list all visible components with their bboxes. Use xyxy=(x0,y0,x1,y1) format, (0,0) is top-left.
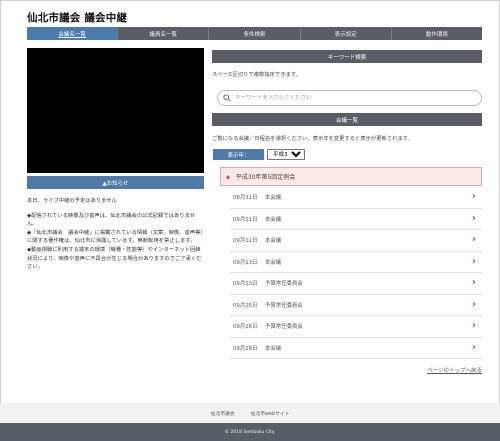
nav-tab-label: 表示設定 xyxy=(334,31,357,38)
notice-text: 本日、ライブ中継の予定はありません ◆配信されている映像及び音声は、仙北市議会の… xyxy=(27,197,205,272)
meeting-name: 予算常任委員会 xyxy=(265,281,303,288)
chevron-right-icon: › xyxy=(471,320,476,331)
search-box[interactable] xyxy=(217,90,482,106)
meeting-date: 09月13日 xyxy=(233,259,258,266)
back-to-top-link[interactable]: ページのトップへ戻る xyxy=(427,366,482,374)
nav-tab-members[interactable]: 議員名一覧 xyxy=(118,27,210,40)
footer-link-city-site[interactable]: 仙北市webサイト xyxy=(251,410,290,417)
keyword-search-heading: キーワード検索 xyxy=(212,50,482,63)
meeting-name: 本会議 xyxy=(265,345,282,352)
nav-tab-search[interactable]: 条件検索 xyxy=(209,27,301,40)
list-item[interactable]: 09月13日 予算常任委員会 › xyxy=(230,273,482,295)
chevron-right-icon: › xyxy=(471,191,476,202)
chevron-right-icon: › xyxy=(471,255,476,267)
main-nav: 会議名一覧 議員名一覧 条件検索 表示設定 動作環境 xyxy=(27,27,482,40)
nav-tab-meetings[interactable]: 会議名一覧 xyxy=(27,27,119,40)
meeting-name: 本会議 xyxy=(265,259,282,266)
chevron-right-icon: › xyxy=(471,341,476,353)
nav-tab-environment[interactable]: 動作環境 xyxy=(392,27,482,40)
note-environment: ◆動画視聴に利用する端末の環境（機種・性能等）やインターネット回線状況により、映… xyxy=(27,246,202,271)
meeting-list-help: ご覧になる会議／日程名を選択ください。表示年を変更すると表示が更新されます。 xyxy=(212,136,413,142)
meeting-list: 08月31日 本会議 › 09月11日 本会議 › 09月12日 本会議 › 0… xyxy=(230,187,482,359)
meeting-name: 予算常任委員会 xyxy=(265,302,303,309)
meeting-date: 09月12日 xyxy=(233,238,258,245)
meeting-date: 09月13日 xyxy=(233,281,258,288)
chevron-right-icon: › xyxy=(471,298,476,310)
list-item[interactable]: 09月13日 本会議 › xyxy=(230,252,482,273)
nav-tab-label: 議員名一覧 xyxy=(149,31,178,38)
chevron-right-icon: › xyxy=(471,234,476,245)
meeting-date: 09月26日 xyxy=(233,324,258,331)
list-item[interactable]: 09月12日 本会議 › xyxy=(230,230,482,252)
list-item[interactable]: 09月25日 予算常任委員会 › xyxy=(230,295,482,316)
note-copyright: ◆「仙北市議会 議会中継」に掲載されている情報（文章、映像、音声等）に関する著作… xyxy=(27,229,204,245)
year-label: 表示年： xyxy=(213,149,264,160)
year-select[interactable]: 平成30年 xyxy=(267,149,305,160)
footer-links: 仙北市議会 仙北市webサイト xyxy=(0,403,500,423)
session-title: 平成30年第5回定例会 xyxy=(235,174,296,181)
list-item[interactable]: 08月31日 本会議 › xyxy=(230,187,482,209)
meeting-date: 09月25日 xyxy=(233,302,258,309)
keyword-input[interactable] xyxy=(235,95,465,101)
meeting-date: 09月28日 xyxy=(233,345,258,352)
chevron-right-icon: › xyxy=(471,212,476,224)
list-item[interactable]: 09月26日 予算常任委員会 › xyxy=(230,316,482,338)
list-item[interactable]: 09月11日 本会議 › xyxy=(230,209,482,230)
meeting-date: 08月31日 xyxy=(233,195,258,202)
nav-tab-label: 条件検索 xyxy=(243,31,266,38)
notice-button[interactable]: ▲お知らせ xyxy=(27,176,204,189)
chevron-right-icon: › xyxy=(471,277,476,288)
meeting-date: 09月11日 xyxy=(233,216,258,223)
copyright: © 2018 Semboku City. xyxy=(0,423,500,441)
meeting-list-heading: 会議一覧 xyxy=(212,113,482,126)
nav-tab-label: 会議名一覧 xyxy=(58,31,86,38)
nav-tab-label: 動作環境 xyxy=(425,31,448,38)
video-player[interactable] xyxy=(27,48,204,173)
collapse-triangle-icon: ▲ xyxy=(226,173,230,180)
footer-link-council[interactable]: 仙北市議会 xyxy=(211,410,235,417)
site-title: 仙北市議会 議会中継 xyxy=(27,12,128,24)
note-official-record: ◆配信されている映像及び音声は、仙北市議会の公式記録ではありません。 xyxy=(27,212,195,228)
list-item[interactable]: 09月28日 本会議 › xyxy=(230,338,482,359)
session-header[interactable]: ▲ 平成30年第5回定例会 xyxy=(220,167,482,186)
meeting-name: 本会議 xyxy=(265,195,282,202)
meeting-name: 予算常任委員会 xyxy=(265,324,303,331)
meeting-name: 本会議 xyxy=(265,216,282,223)
live-status: 本日、ライブ中継の予定はありません xyxy=(27,198,117,204)
meeting-name: 本会議 xyxy=(265,238,282,245)
keyword-help: スペース区切りで複数指定できます。 xyxy=(212,72,301,78)
search-icon xyxy=(223,94,231,102)
nav-tab-display-settings[interactable]: 表示設定 xyxy=(301,27,392,40)
